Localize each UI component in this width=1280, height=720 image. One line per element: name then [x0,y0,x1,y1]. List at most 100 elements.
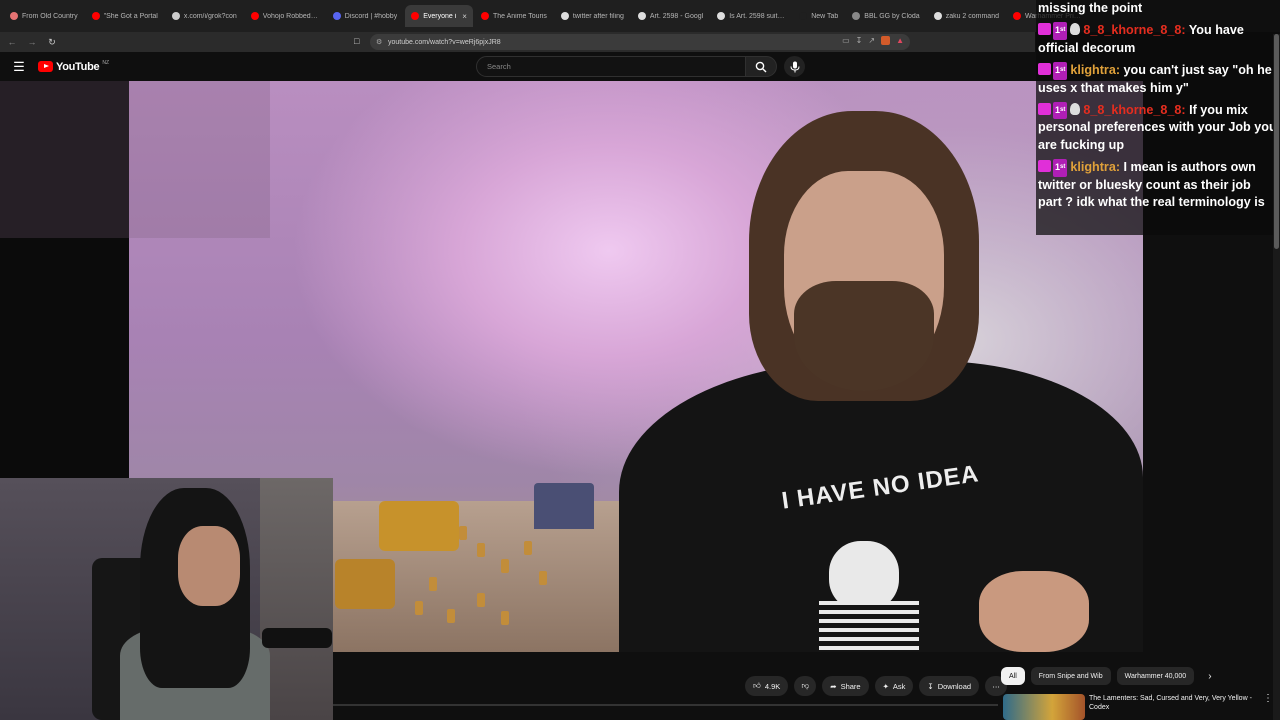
close-tab-icon[interactable]: × [462,12,467,21]
chat-message: 1ˢᵗ 8_8_khorne_8_8: You have official dec… [1038,22,1278,57]
chat-separator: : [1181,23,1189,38]
tab-favicon-icon [171,12,180,20]
search-placeholder: Search [487,62,511,71]
miniature [501,611,509,625]
browser-tab[interactable]: BBL GG by Cloda [846,5,925,27]
download-icon[interactable]: ↧ [856,36,863,45]
miniature [477,543,485,557]
chip-all[interactable]: All [1001,667,1025,685]
tab-favicon-icon [933,12,942,20]
skull-badge-icon [1070,103,1081,116]
miniature [429,577,437,591]
chat-username[interactable]: 8_8_khorne_8_8 [1083,103,1181,117]
back-button[interactable]: ← [4,34,20,50]
browser-tab[interactable]: Discord | #hobby [327,5,403,27]
tab-favicon-icon [10,12,18,20]
browser-tab[interactable]: New Tab [793,5,844,27]
more-horizontal-icon: ⋯ [992,681,1000,691]
tab-favicon-icon [411,12,420,20]
youtube-header: ☰ YouTube NZ Search [0,52,1035,81]
tank-miniature [379,501,459,551]
tab-favicon-icon [250,12,259,20]
tab-label: BBL GG by Cloda [864,12,920,20]
download-button[interactable]: ↧ Download [919,676,980,696]
tab-label: Is Art. 2598 suitab [729,12,786,20]
recommended-video-title[interactable]: The Lamenters: Sad, Cursed and Very, Ver… [1089,694,1265,712]
youtube-logo[interactable]: YouTube NZ [38,59,109,73]
tab-label: Discord | #hobby [344,12,398,20]
thumbs-up-icon: 👍︎ [753,681,761,690]
miniature [539,571,547,585]
heart-badge-icon [1038,103,1051,116]
dislike-button[interactable]: 👎︎ [794,676,817,696]
share-button[interactable]: ➦ Share [822,676,869,696]
chat-separator: : [1115,63,1124,78]
address-bar[interactable]: ⚙ youtube.com/watch?v=weRj6pjxJR8 ▭ ↧ ↗ … [370,34,910,50]
browser-tab[interactable]: Vohojo Robbed, Ea [245,5,325,27]
browser-tab[interactable]: x.com/i/grok?con [166,5,243,27]
tab-label: Vohojo Robbed, Ea [262,12,319,20]
heart-badge-icon [1038,63,1051,76]
presenter-hand [979,571,1089,652]
miniature [501,559,509,573]
more-vertical-icon[interactable]: ⋮ [1263,693,1273,704]
country-code: NZ [102,59,109,66]
presenter-beard [794,281,934,391]
tab-favicon-icon [717,12,726,20]
chat-username[interactable]: 8_8_khorne_8_8 [1083,23,1181,37]
youtube-play-icon [38,61,53,72]
like-count: 4.9K [764,681,781,691]
tab-favicon-icon [1013,12,1021,20]
browser-tab[interactable]: From Old Country [4,5,84,27]
chat-username[interactable]: klightra [1070,63,1116,77]
rewards-icon[interactable]: ▲ [896,36,904,45]
webcam-overlay [0,478,333,720]
browser-tab[interactable]: zaku 2 command [928,5,1005,27]
ask-label: Ask [892,681,906,691]
skeleton-graphic [819,601,919,652]
tab-favicon-icon [332,12,341,20]
chevron-right-icon[interactable]: › [1208,671,1211,682]
browser-tab[interactable]: Is Art. 2598 suitab [711,5,791,27]
ask-button[interactable]: ✦ Ask [874,676,914,696]
browser-tab[interactable]: Everyone i × [405,5,473,27]
search-input[interactable]: Search [476,56,746,77]
webcam-streamer-face [178,526,240,606]
chip-from-channel[interactable]: From Snipe and Wib [1030,667,1111,685]
share-icon: ➦ [830,681,837,691]
share-label: Share [840,681,861,691]
chip-topic[interactable]: Warhammer 40,000 [1116,667,1195,685]
tab-label: x.com/i/grok?con [183,12,237,20]
browser-tab[interactable]: Art. 2598 - Googl [632,5,709,27]
tab-label: zaku 2 command [945,12,999,20]
video-progress-track[interactable] [333,704,998,706]
recommendation-chips: All From Snipe and Wib Warhammer 40,000 … [1001,667,1212,685]
voice-search-button[interactable] [784,56,805,77]
recommended-video[interactable]: The Lamenters: Sad, Cursed and Very, Ver… [1003,692,1273,720]
like-button[interactable]: 👍︎ 4.9K [745,676,789,696]
sub-badge: 1ˢᵗ [1053,159,1068,177]
tab-label: Art. 2598 - Googl [649,12,704,20]
search-icon [755,61,767,72]
recommended-video-thumbnail[interactable] [1003,694,1085,720]
chat-message: 1ˢᵗ klightra: I mean is authors own twitt… [1038,159,1278,211]
browser-tab[interactable]: twitter after filing [555,5,630,27]
search-button[interactable] [745,56,777,77]
browser-tab[interactable]: The Anime Touris [475,5,553,27]
site-info-icon[interactable]: ⚙ [376,38,382,46]
sub-badge: 1ˢᵗ [1053,62,1068,80]
chat-separator: : [1181,103,1190,118]
share-page-icon[interactable]: ↗ [868,36,875,45]
cast-icon[interactable]: ▭ [842,36,850,45]
bookmark-icon[interactable]: □ [354,36,359,46]
reload-button[interactable]: ↻ [44,34,60,50]
scrollbar-thumb[interactable] [1274,34,1279,249]
forward-button[interactable]: → [24,34,40,50]
menu-icon[interactable]: ☰ [10,59,28,75]
brave-shield-icon[interactable] [881,36,891,45]
tab-label: The Anime Touris [492,12,547,20]
chat-username[interactable]: klightra [1070,160,1116,174]
skull-badge-icon [1070,23,1081,36]
browser-tab[interactable]: "She Got a Portal [86,5,164,27]
tank-miniature [335,559,395,609]
